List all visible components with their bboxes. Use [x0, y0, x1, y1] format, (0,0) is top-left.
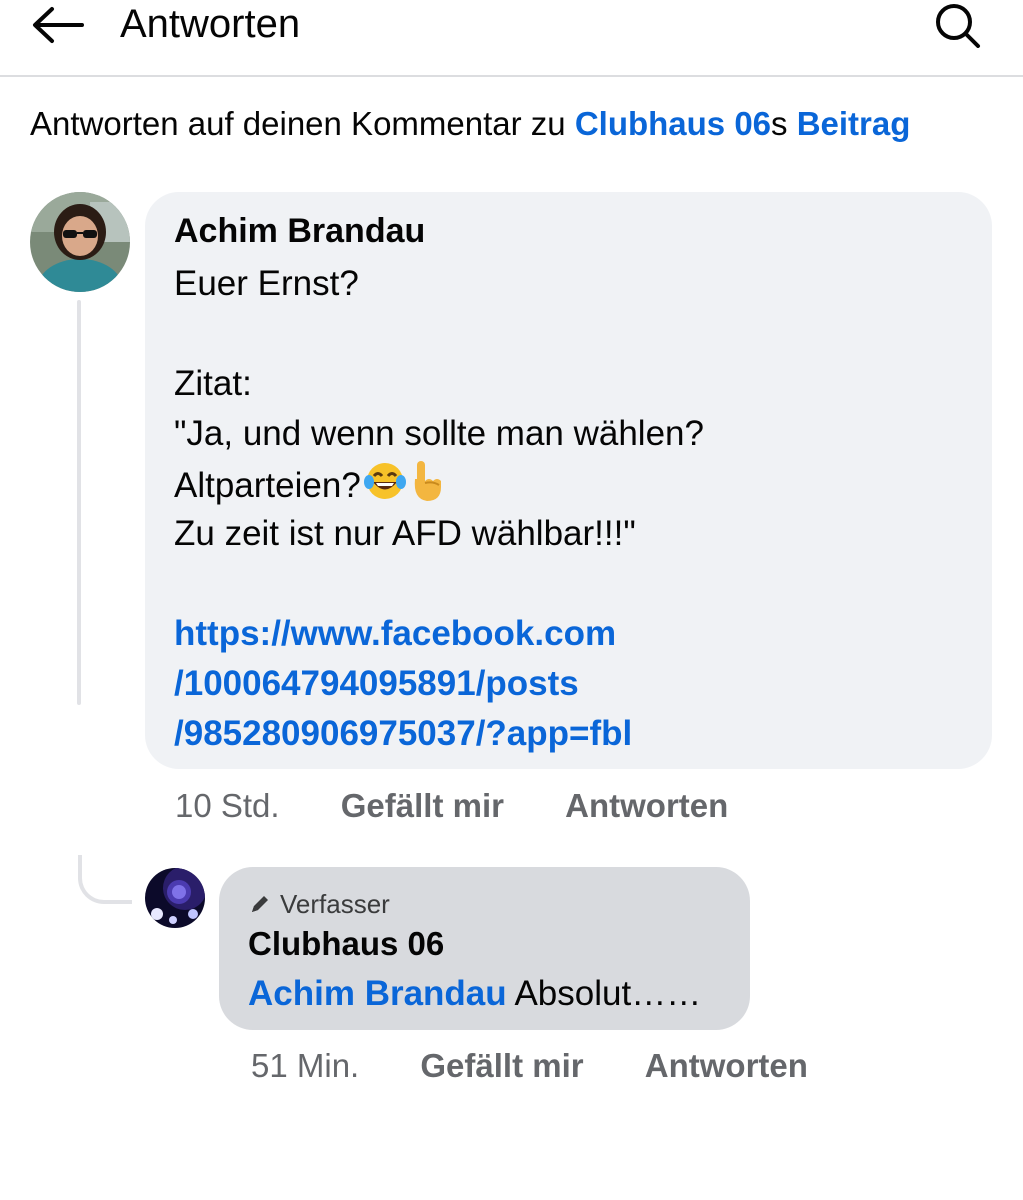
author-badge: Verfasser: [248, 887, 390, 921]
post-link[interactable]: Beitrag: [797, 105, 911, 142]
comment-line-emoji: Altparteien?: [174, 459, 974, 509]
profile-photo: [145, 868, 205, 928]
page-title: Antworten: [120, 2, 301, 46]
comment-line: [174, 559, 974, 609]
like-button[interactable]: Gefällt mir: [420, 1046, 583, 1086]
reply-connector-line: [78, 855, 132, 904]
pencil-icon: [252, 896, 268, 912]
reply-button[interactable]: Antworten: [645, 1046, 808, 1086]
arrow-left-icon: [33, 7, 84, 43]
thread-line: [77, 300, 81, 705]
post-url-link[interactable]: /100064794095891/posts: [174, 659, 974, 709]
comment-timestamp: 10 Std.: [175, 787, 280, 824]
reply-timestamp: 51 Min.: [251, 1047, 360, 1084]
context-prefix: Antworten auf deinen Kommentar zu: [30, 105, 575, 142]
search-icon: [936, 4, 980, 48]
post-url-link[interactable]: https://www.facebook.com: [174, 609, 974, 659]
comment-line: Euer Ernst?: [174, 264, 359, 303]
badge-label: Verfasser: [280, 889, 390, 919]
reply-author[interactable]: Clubhaus 06: [248, 923, 444, 965]
comment-line: Zu zeit ist nur AFD wählbar!!!": [174, 514, 636, 553]
reply-body: Achim Brandau Absolut……: [248, 971, 701, 1017]
like-button[interactable]: Gefällt mir: [341, 786, 504, 826]
reply-actions: 51 Min. Gefällt mir Antworten: [251, 1046, 808, 1086]
comment-author[interactable]: Achim Brandau: [174, 209, 425, 253]
search-button[interactable]: [930, 0, 986, 50]
top-bar: Antworten: [0, 0, 1023, 77]
comment-actions: 10 Std. Gefällt mir Antworten: [175, 786, 728, 826]
avatar[interactable]: [30, 192, 130, 292]
comment-line: Zitat:: [174, 364, 252, 403]
post-url-link[interactable]: /985280906975037/?app=fbl: [174, 709, 974, 759]
reply-context: Antworten auf deinen Kommentar zu Clubha…: [30, 104, 910, 144]
reply-message: Absolut……: [506, 974, 702, 1013]
comment-line: [174, 309, 974, 359]
page-link[interactable]: Clubhaus 06: [575, 105, 771, 142]
back-button[interactable]: [30, 0, 90, 50]
context-possessive: s: [771, 105, 797, 142]
mention-link[interactable]: Achim Brandau: [248, 974, 507, 1013]
reply-button[interactable]: Antworten: [565, 786, 728, 826]
profile-photo: [30, 192, 130, 292]
comment-body: Euer Ernst? Zitat: "Ja, und wenn sollte …: [174, 259, 974, 759]
reply-avatar[interactable]: [145, 868, 205, 928]
comment-line: "Ja, und wenn sollte man wählen?: [174, 414, 704, 453]
